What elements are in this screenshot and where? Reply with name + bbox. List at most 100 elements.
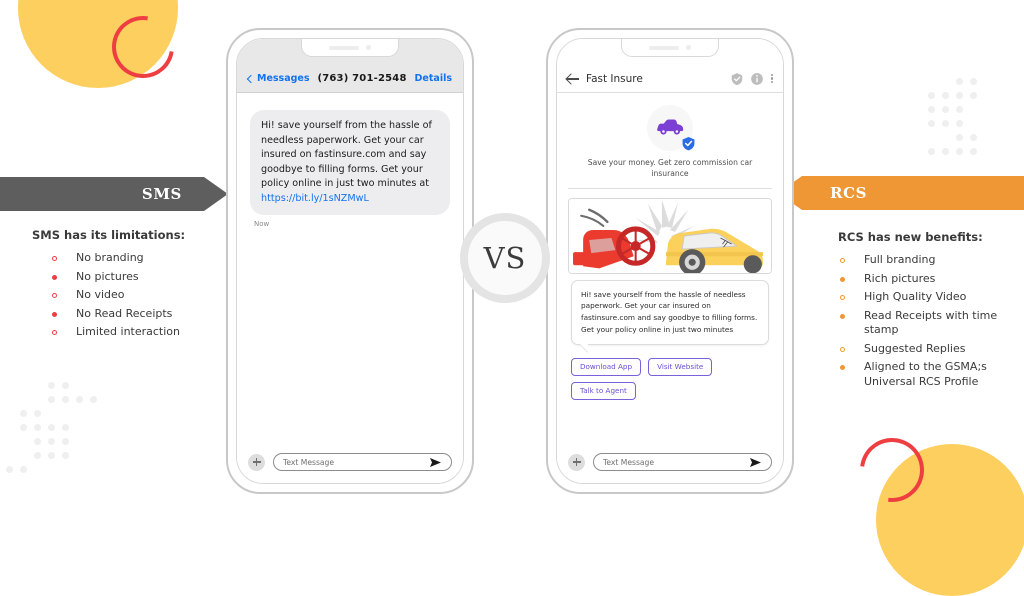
kebab-menu-icon[interactable]: [770, 73, 773, 84]
decor-dot: [76, 424, 83, 431]
rcs-conversation-title: Fast Insure: [586, 72, 643, 85]
decor-dot: [76, 438, 83, 445]
bullet-icon: [840, 313, 845, 319]
rcs-brand-card: Save your money. Get zero commission car…: [557, 93, 783, 189]
decor-dot: [90, 382, 97, 389]
sms-banner: SMS: [0, 177, 228, 211]
sms-message-area: Hi! save yourself from the hassle of nee…: [237, 93, 463, 444]
verified-badge-icon: [682, 136, 695, 151]
send-icon[interactable]: [749, 457, 762, 468]
decor-dot: [34, 438, 41, 445]
speaker-icon: [329, 45, 359, 50]
decor-dot: [914, 148, 921, 155]
rcs-benefits-list: RCS has new benefits: Full branding Rich …: [838, 230, 1024, 393]
list-item: No video: [52, 288, 220, 303]
back-arrow-icon[interactable]: [567, 73, 579, 85]
decor-dot: [48, 382, 55, 389]
decor-dot: [900, 120, 907, 127]
decor-dot: [900, 78, 907, 85]
sms-input-placeholder: Text Message: [283, 457, 335, 467]
sms-details-button[interactable]: Details: [415, 73, 452, 84]
suggested-reply-chip[interactable]: Download App: [571, 357, 642, 376]
plus-icon[interactable]: [568, 453, 585, 471]
bullet-icon: [52, 330, 57, 336]
sms-message-timestamp: Now: [254, 220, 270, 229]
sms-message-link[interactable]: https://bit.ly/1sNZMwL: [261, 193, 369, 204]
plus-icon[interactable]: [248, 453, 265, 471]
decor-dot: [62, 438, 69, 445]
bullet-icon: [840, 258, 845, 263]
decor-dot: [942, 78, 949, 85]
decor-dot: [928, 148, 935, 155]
decor-dot: [928, 92, 935, 99]
bullet-icon: [840, 346, 845, 352]
decor-dot: [62, 452, 69, 459]
decor-dot: [90, 438, 97, 445]
decor-dot: [928, 106, 935, 113]
rcs-text-input[interactable]: Text Message: [593, 453, 772, 471]
decor-dot: [956, 92, 963, 99]
decor-dot: [956, 148, 963, 155]
list-item: Full branding: [840, 253, 1024, 268]
send-icon[interactable]: [429, 457, 442, 468]
decor-dot: [90, 410, 97, 417]
decor-dot: [6, 424, 13, 431]
decor-dot: [914, 120, 921, 127]
bullet-icon: [52, 274, 57, 280]
rcs-list-heading: RCS has new benefits:: [838, 230, 983, 244]
decor-dot: [928, 78, 935, 85]
sms-text-input[interactable]: Text Message: [273, 453, 452, 471]
decor-dot: [90, 452, 97, 459]
info-icon[interactable]: [750, 72, 764, 86]
decor-dot: [956, 120, 963, 127]
decor-dot: [914, 92, 921, 99]
decor-dot: [62, 424, 69, 431]
rcs-message-text: Hi! save yourself from the hassle of nee…: [571, 279, 769, 345]
decor-dot: [942, 134, 949, 141]
suggested-reply-chip[interactable]: Visit Website: [648, 357, 713, 376]
vs-badge-label: VS: [483, 241, 527, 275]
rcs-input-placeholder: Text Message: [603, 457, 655, 467]
rcs-message-bubble-wrap: Hi! save yourself from the hassle of nee…: [571, 279, 769, 352]
list-item: No Read Receipts: [52, 307, 220, 322]
decor-dot: [900, 134, 907, 141]
list-item: No pictures: [52, 270, 220, 285]
suggested-reply-chip[interactable]: Talk to Agent: [571, 381, 636, 400]
speaker-icon: [649, 45, 679, 50]
decor-dot: [970, 78, 977, 85]
sms-nav-header: Messages (763) 701-2548 Details: [237, 65, 463, 93]
sms-conversation-title: (763) 701-2548: [317, 73, 407, 84]
list-item-label: Aligned to the GSMA;s Universal RCS Prof…: [864, 360, 987, 388]
rcs-suggested-replies: Download App Visit Website Talk to Agent: [571, 357, 769, 400]
rcs-nav-header: Fast Insure: [557, 65, 783, 93]
decor-dot: [956, 106, 963, 113]
decor-dot: [942, 148, 949, 155]
decor-dot: [970, 106, 977, 113]
bullet-icon: [52, 311, 57, 317]
verified-shield-icon[interactable]: [730, 72, 744, 86]
decor-dot: [62, 466, 69, 473]
sms-back-button[interactable]: Messages: [246, 73, 310, 84]
decor-dot: [956, 78, 963, 85]
rcs-media-card[interactable]: [568, 197, 772, 274]
bullet-icon: [840, 276, 845, 282]
list-item: Limited interaction: [52, 325, 220, 340]
list-item: No branding: [52, 251, 220, 266]
decor-dot: [90, 424, 97, 431]
rcs-phone-notch: [621, 39, 719, 57]
decor-dot: [900, 106, 907, 113]
decor-dot: [6, 466, 13, 473]
rcs-phone-screen: Fast Insure Save your money. Get zero co…: [556, 38, 784, 484]
bubble-tail: [580, 343, 588, 352]
list-item-label: Suggested Replies: [864, 341, 966, 355]
sms-list-heading: SMS has its limitations:: [32, 228, 186, 242]
decor-dot: [6, 438, 13, 445]
decor-dot: [20, 410, 27, 417]
decor-dot: [928, 120, 935, 127]
decor-dot: [914, 78, 921, 85]
rcs-banner-label: RCS: [830, 184, 868, 202]
list-item: Suggested Replies: [840, 342, 1024, 357]
car-avatar-icon: [657, 119, 684, 135]
decor-dot-grid-top-right: [900, 78, 984, 162]
decor-dot: [20, 466, 27, 473]
